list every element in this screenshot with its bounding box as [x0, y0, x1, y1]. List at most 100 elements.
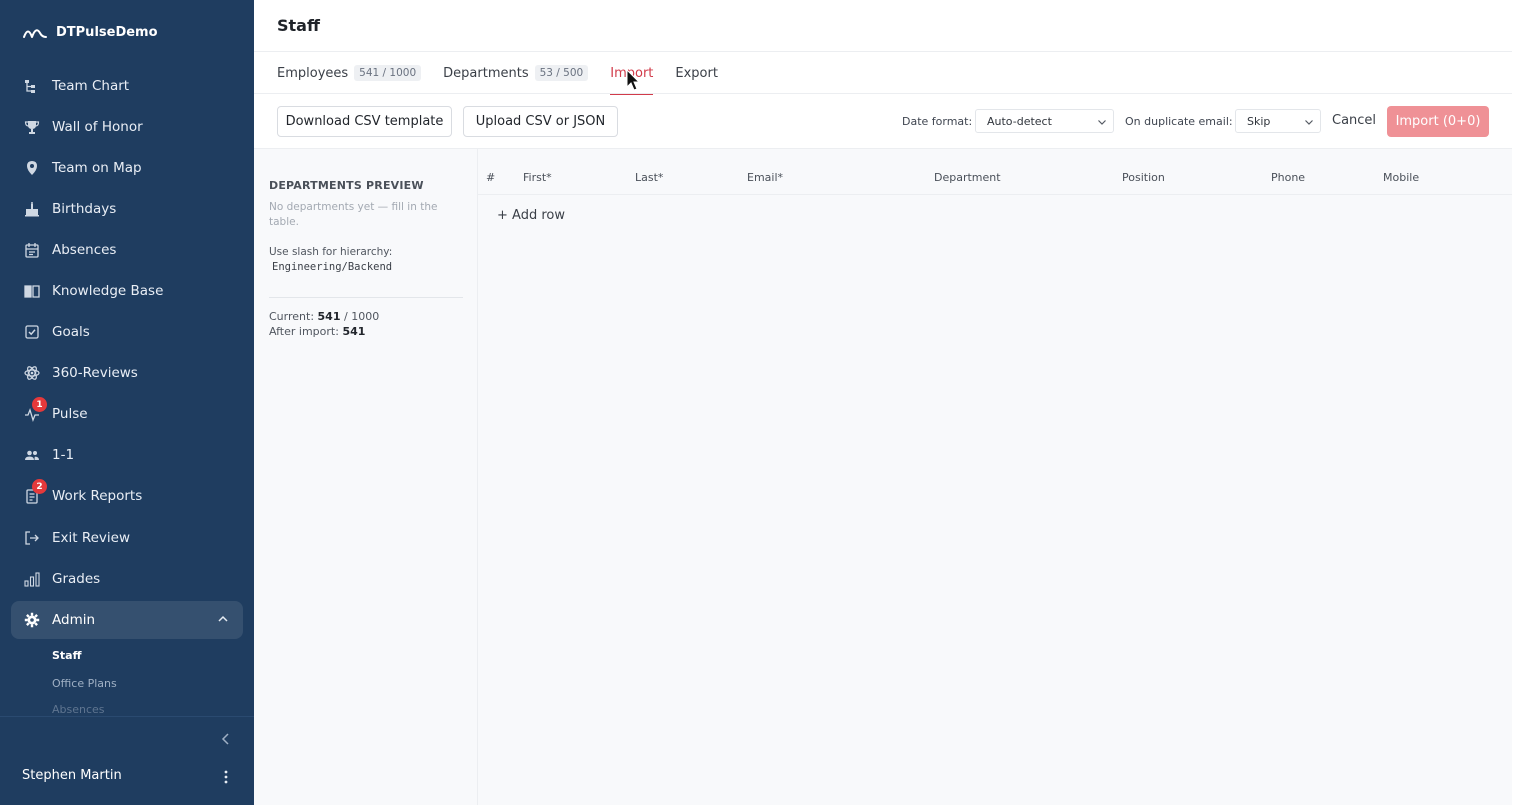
checkbox-icon	[24, 324, 40, 340]
column-header: Department	[934, 171, 1001, 184]
sidebar-item-label: Grades	[52, 570, 101, 587]
sidebar-subitem-staff[interactable]: Staff	[52, 641, 254, 669]
hierarchy-hint: Use slash for hierarchy:	[269, 246, 393, 258]
add-row-button[interactable]: + Add row	[497, 208, 565, 223]
brand[interactable]: DTPulseDemo	[22, 24, 158, 40]
current-count: Current: 541 / 1000	[269, 310, 379, 323]
collapse-sidebar-icon[interactable]	[218, 731, 234, 747]
sidebar-item-label: Work Reports	[52, 488, 143, 505]
hierarchy-example: Engineering/Backend	[272, 261, 393, 273]
sidebar-nav: Team Chart Wall of Honor Team on Map Bir…	[0, 65, 254, 715]
preview-empty-text: No departments yet — fill in the table.	[269, 201, 438, 228]
pulse-icon: 1	[24, 397, 47, 423]
sidebar-subitem-absences[interactable]: Absences	[52, 697, 254, 715]
sidebar-item-label: Admin	[52, 612, 96, 629]
sidebar-item-label: Absences	[52, 241, 117, 258]
sidebar-item-pulse[interactable]: 1 Pulse	[0, 394, 254, 435]
chevron-down-icon	[1098, 120, 1106, 125]
current-label: Current:	[269, 310, 315, 323]
logo-icon	[23, 29, 47, 38]
sidebar-item-label: Pulse	[52, 406, 88, 423]
sidebar-item-label: Wall of Honor	[52, 118, 143, 135]
app-name: DTPulseDemo	[56, 24, 158, 40]
sidebar-item-team-on-map[interactable]: Team on Map	[0, 147, 254, 188]
sidebar-item-grades[interactable]: Grades	[0, 558, 254, 599]
tab-count: 541 / 1000	[354, 65, 422, 81]
tab-label: Export	[675, 65, 718, 81]
tab-departments[interactable]: Departments 53 / 500	[443, 64, 589, 82]
tab-employees[interactable]: Employees 541 / 1000	[277, 64, 422, 82]
duplicate-email-label: On duplicate email:	[1125, 115, 1233, 128]
date-format-select[interactable]: Auto-detect	[975, 109, 1114, 133]
date-format-value: Auto-detect	[987, 114, 1052, 128]
gear-icon	[24, 612, 40, 628]
departments-preview-panel: DEPARTMENTS PREVIEW No departments yet —…	[254, 149, 478, 805]
atom-icon	[24, 365, 40, 381]
duplicate-email-select[interactable]: Skip	[1235, 109, 1321, 133]
column-header: Mobile	[1383, 171, 1420, 184]
bars-icon	[24, 571, 40, 587]
preview-title: DEPARTMENTS PREVIEW	[269, 179, 424, 192]
sidebar-item-absences[interactable]: Absences	[0, 229, 254, 270]
column-header: Position	[1122, 171, 1165, 184]
sidebar-item-team-chart[interactable]: Team Chart	[0, 65, 254, 106]
divider	[269, 297, 463, 298]
sidebar-item-exit-review[interactable]: Exit Review	[0, 517, 254, 558]
main-area: Staff Employees 541 / 1000 Departments 5…	[254, 0, 1527, 805]
column-header: First*	[523, 171, 552, 184]
mouse-cursor-icon	[626, 69, 641, 91]
import-toolbar: Download CSV template Upload CSV or JSON…	[254, 94, 1512, 148]
more-vertical-icon[interactable]	[222, 769, 230, 785]
exit-icon	[24, 530, 40, 546]
sidebar-subitem-office-plans[interactable]: Office Plans	[52, 669, 254, 697]
current-max: / 1000	[344, 310, 380, 323]
tab-bar: Employees 541 / 1000 Departments 53 / 50…	[277, 64, 740, 95]
sidebar-item-knowledge-base[interactable]: Knowledge Base	[0, 270, 254, 311]
sidebar-item-birthdays[interactable]: Birthdays	[0, 188, 254, 229]
sidebar-item-label: 1-1	[52, 447, 75, 464]
table-header: # First* Last* Email* Department Positio…	[478, 167, 1512, 195]
sidebar-item-wall-of-honor[interactable]: Wall of Honor	[0, 106, 254, 147]
upload-csv-json-button[interactable]: Upload CSV or JSON	[463, 106, 618, 137]
divider	[254, 51, 1512, 52]
cake-icon	[24, 201, 40, 217]
sidebar-item-label: Team on Map	[52, 159, 142, 176]
notification-badge: 2	[32, 479, 47, 495]
column-header: Last*	[635, 171, 664, 184]
after-label: After import:	[269, 325, 339, 338]
sidebar-item-label: Goals	[52, 324, 90, 341]
sidebar-item-1-1[interactable]: 1-1	[0, 435, 254, 476]
calendar-icon	[24, 242, 40, 258]
sidebar-item-label: Exit Review	[52, 529, 131, 546]
current-value: 541	[317, 310, 341, 323]
sidebar-item-360-reviews[interactable]: 360-Reviews	[0, 353, 254, 394]
chevron-up-icon[interactable]	[217, 613, 229, 625]
column-header: Phone	[1271, 171, 1306, 184]
sidebar-item-work-reports[interactable]: 2 Work Reports	[0, 476, 254, 517]
download-csv-template-button[interactable]: Download CSV template	[277, 106, 452, 137]
sidebar-item-label: 360-Reviews	[52, 365, 138, 382]
sidebar: DTPulseDemo Team Chart Wall of Honor Tea…	[0, 0, 254, 805]
tab-label: Employees	[277, 65, 349, 81]
admin-submenu: Staff Office Plans Absences	[0, 641, 254, 716]
sidebar-item-goals[interactable]: Goals	[0, 312, 254, 353]
sidebar-item-admin[interactable]: Admin	[11, 601, 243, 640]
tab-label: Departments	[443, 65, 529, 81]
tab-export[interactable]: Export	[675, 64, 718, 82]
column-header: #	[486, 171, 496, 184]
column-header: Email*	[747, 171, 784, 184]
import-button[interactable]: Import (0+0)	[1387, 106, 1489, 137]
trophy-icon	[24, 119, 40, 135]
org-chart-icon	[24, 78, 40, 94]
people-icon	[24, 447, 40, 463]
cancel-button[interactable]: Cancel	[1332, 113, 1376, 128]
notification-badge: 1	[32, 397, 47, 413]
date-format-label: Date format:	[902, 115, 973, 128]
after-value: 541	[342, 325, 366, 338]
sidebar-item-label: Knowledge Base	[52, 283, 164, 300]
import-content: DEPARTMENTS PREVIEW No departments yet —…	[254, 149, 1512, 805]
user-name[interactable]: Stephen Martin	[22, 768, 122, 783]
report-icon: 2	[24, 479, 47, 505]
duplicate-email-value: Skip	[1247, 114, 1271, 128]
sidebar-item-label: Birthdays	[52, 200, 117, 217]
